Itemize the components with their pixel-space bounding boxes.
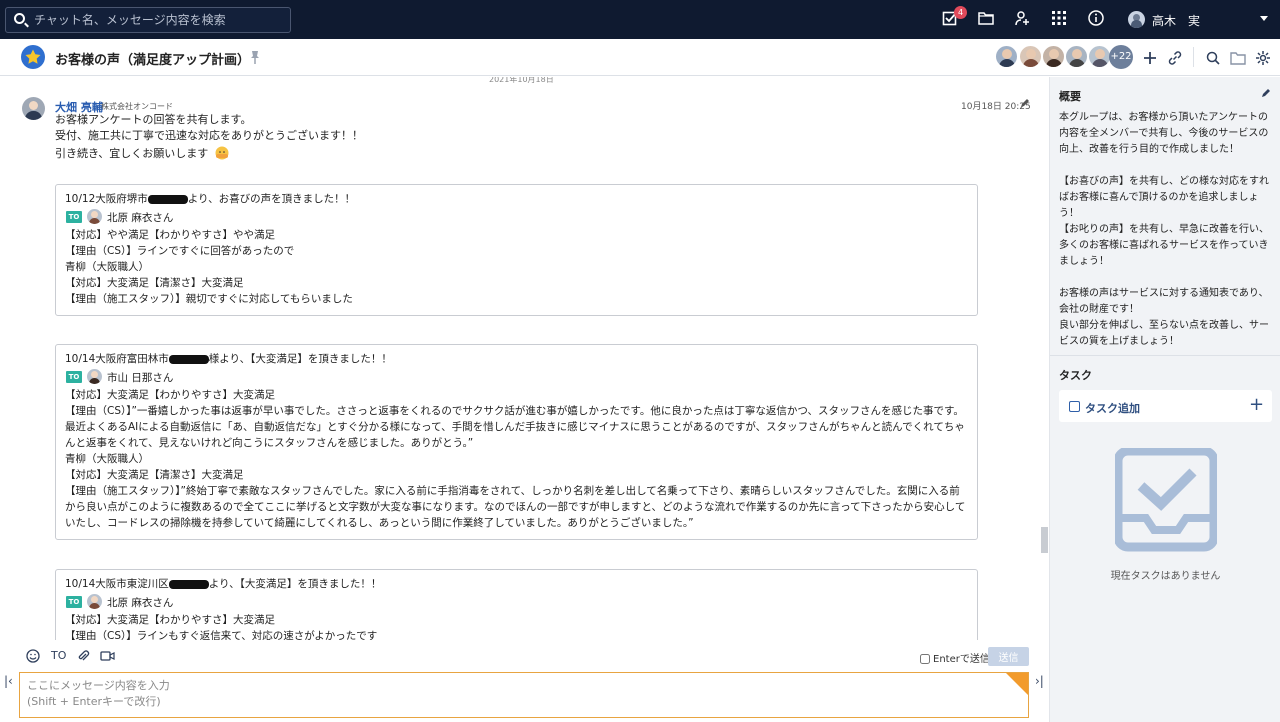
room-info-sidebar: 概要 本グループは、お客様から頂いたアンケートの内容を全メンバーで共有し、今後の… xyxy=(1049,77,1280,722)
room-search-icon[interactable] xyxy=(1205,50,1221,66)
quote-line: 【理由（CS）】ラインもすぐ返信来て、対応の速さがよかったです xyxy=(65,630,378,640)
apps-grid-icon[interactable] xyxy=(1051,10,1069,28)
member-avatar[interactable] xyxy=(1088,45,1111,68)
no-tasks-message: 現在タスクはありません xyxy=(1110,571,1221,582)
attach-file-icon[interactable] xyxy=(76,649,90,666)
expand-left-icon[interactable]: |‹ xyxy=(4,674,13,688)
redacted-name xyxy=(168,354,209,364)
quote-paragraph: 【理由（CS）】”一番嬉しかった事は返事が早い事でした。ささっと返事をくれるので… xyxy=(65,405,965,449)
file-folder-icon[interactable] xyxy=(978,10,996,28)
timeline-scrollbar[interactable] xyxy=(1041,527,1048,553)
member-avatar[interactable] xyxy=(1065,45,1088,68)
enter-to-send-toggle[interactable]: Enterで送信 xyxy=(920,650,990,665)
quoted-survey-card: 10/12大阪府堺市 より、お喜びの声を頂きました！！ TO 北原 麻衣さん 【対… xyxy=(55,184,978,316)
recipient-avatar[interactable] xyxy=(87,594,102,609)
info-icon[interactable] xyxy=(1088,10,1106,28)
date-separator: 2021年10月18日 xyxy=(489,77,554,84)
quote-header: 10/14大阪市東淀川区 より、【大変満足】を頂きました！！ xyxy=(65,578,382,590)
redacted-name xyxy=(168,579,209,589)
quote-line: 青柳（大阪職人） xyxy=(65,261,149,273)
recipient-avatar[interactable] xyxy=(87,369,102,384)
recipient-name[interactable]: 市山 日那さん xyxy=(107,370,173,385)
message-timeline[interactable]: 2021年10月18日 大畑 亮輔 株式会社オンコード 10月18日 20:25… xyxy=(0,77,1040,640)
quote-line: 【対応】大変満足【わかりやすさ】大変満足 xyxy=(65,614,275,626)
user-name[interactable]: 高木 実 xyxy=(1152,12,1200,29)
quote-line: 【対応】大変満足【清潔さ】大変満足 xyxy=(65,469,244,481)
message-line: 引き続き、宜しくお願いします xyxy=(55,144,230,162)
quote-line: 【理由（CS）】ラインですぐに回答があったので xyxy=(65,245,295,257)
room-header: お客様の声（満足度アップ計画） +22 xyxy=(0,39,1280,76)
task-count-badge: 4 xyxy=(954,6,967,19)
member-avatar[interactable] xyxy=(1019,45,1042,68)
to-button[interactable]: TO xyxy=(51,649,66,662)
more-members-count[interactable]: +22 xyxy=(1109,45,1133,69)
add-task-button[interactable]: タスク追加 + xyxy=(1059,390,1272,422)
settings-gear-icon[interactable] xyxy=(1255,50,1271,66)
collapse-right-icon[interactable]: ›| xyxy=(1035,674,1044,688)
overview-title: 概要 xyxy=(1059,90,1081,103)
video-call-icon[interactable] xyxy=(100,649,115,666)
user-avatar[interactable] xyxy=(1128,11,1145,28)
add-task-label: タスク追加 xyxy=(1085,402,1140,415)
room-star-icon xyxy=(21,45,45,69)
pin-icon[interactable] xyxy=(249,50,261,67)
search-box[interactable] xyxy=(5,7,291,33)
room-files-icon[interactable] xyxy=(1230,50,1246,66)
message-line: お客様アンケートの回答を共有します。 xyxy=(55,113,252,126)
edit-overview-icon[interactable] xyxy=(1261,88,1271,101)
quote-line: 【対応】大変満足【清潔さ】大変満足 xyxy=(65,277,244,289)
search-input[interactable] xyxy=(34,11,284,29)
header-divider xyxy=(1193,47,1194,67)
to-badge: TO xyxy=(66,371,82,383)
quote-header: 10/12大阪府堺市 より、お喜びの声を頂きました！！ xyxy=(65,193,356,205)
message-input[interactable] xyxy=(27,678,987,714)
add-task-plus-icon[interactable]: + xyxy=(1249,394,1264,415)
recipient-avatar[interactable] xyxy=(87,209,102,224)
task-checkbox-icon xyxy=(1069,401,1080,412)
bow-emoji-icon xyxy=(215,146,229,160)
recipient-name[interactable]: 北原 麻衣さん xyxy=(107,210,173,225)
author-avatar[interactable] xyxy=(22,97,45,120)
link-icon[interactable] xyxy=(1167,50,1183,66)
edit-message-icon[interactable] xyxy=(1020,98,1030,111)
top-bar: 4 高木 実 xyxy=(0,0,1280,39)
message-composer[interactable] xyxy=(19,672,1029,718)
contacts-icon[interactable] xyxy=(1014,10,1032,28)
recipient-name[interactable]: 北原 麻衣さん xyxy=(107,595,173,610)
quote-header: 10/14大阪府富田林市 様より、【大変満足】を頂きました！！ xyxy=(65,353,392,365)
quote-line: 【対応】やや満足【わかりやすさ】やや満足 xyxy=(65,229,275,241)
emoji-icon[interactable] xyxy=(26,649,40,666)
message-line-text: 引き続き、宜しくお願いします xyxy=(55,147,209,160)
to-badge: TO xyxy=(66,211,82,223)
quote-line: 【対応】大変満足【わかりやすさ】大変満足 xyxy=(65,389,275,401)
quote-line: 【理由（施工スタッフ）】親切ですぐに対応してもらいました xyxy=(65,293,353,305)
composer-corner-icon[interactable] xyxy=(1006,673,1028,695)
quoted-survey-card: 10/14大阪市東淀川区 より、【大変満足】を頂きました！！ TO 北原 麻衣さん… xyxy=(55,569,978,640)
author-organization: 株式会社オンコード xyxy=(101,102,173,111)
message-line: 受付、施工共に丁寧で迅速な対応をありがとうございます！！ xyxy=(55,129,363,142)
composer-toolbar: TO Enterで送信 送信 xyxy=(0,640,1040,672)
quote-line: 青柳（大阪職人） xyxy=(65,453,149,465)
task-section-title: タスク xyxy=(1059,369,1092,382)
redacted-name xyxy=(147,194,188,204)
member-avatar[interactable] xyxy=(995,45,1018,68)
overview-text: 本グループは、お客様から頂いたアンケートの内容を全メンバーで共有し、今後のサービ… xyxy=(1059,112,1269,347)
search-icon xyxy=(14,13,25,24)
room-title: お客様の声（満足度アップ計画） xyxy=(55,53,251,68)
user-menu-caret-icon[interactable] xyxy=(1260,16,1268,21)
empty-task-icon xyxy=(1115,448,1217,552)
quoted-survey-card: 10/14大阪府富田林市 様より、【大変満足】を頂きました！！ TO 市山 日那さ… xyxy=(55,344,978,540)
send-button[interactable]: 送信 xyxy=(988,647,1029,666)
enter-to-send-checkbox[interactable] xyxy=(920,654,930,664)
to-badge: TO xyxy=(66,596,82,608)
add-member-icon[interactable] xyxy=(1142,50,1158,66)
quote-paragraph: 【理由（施工スタッフ）】”終始丁寧で素敵なスタッフさんでした。家に入る前に手指消… xyxy=(65,485,966,529)
sidebar-divider xyxy=(1050,355,1280,356)
member-avatar[interactable] xyxy=(1042,45,1065,68)
